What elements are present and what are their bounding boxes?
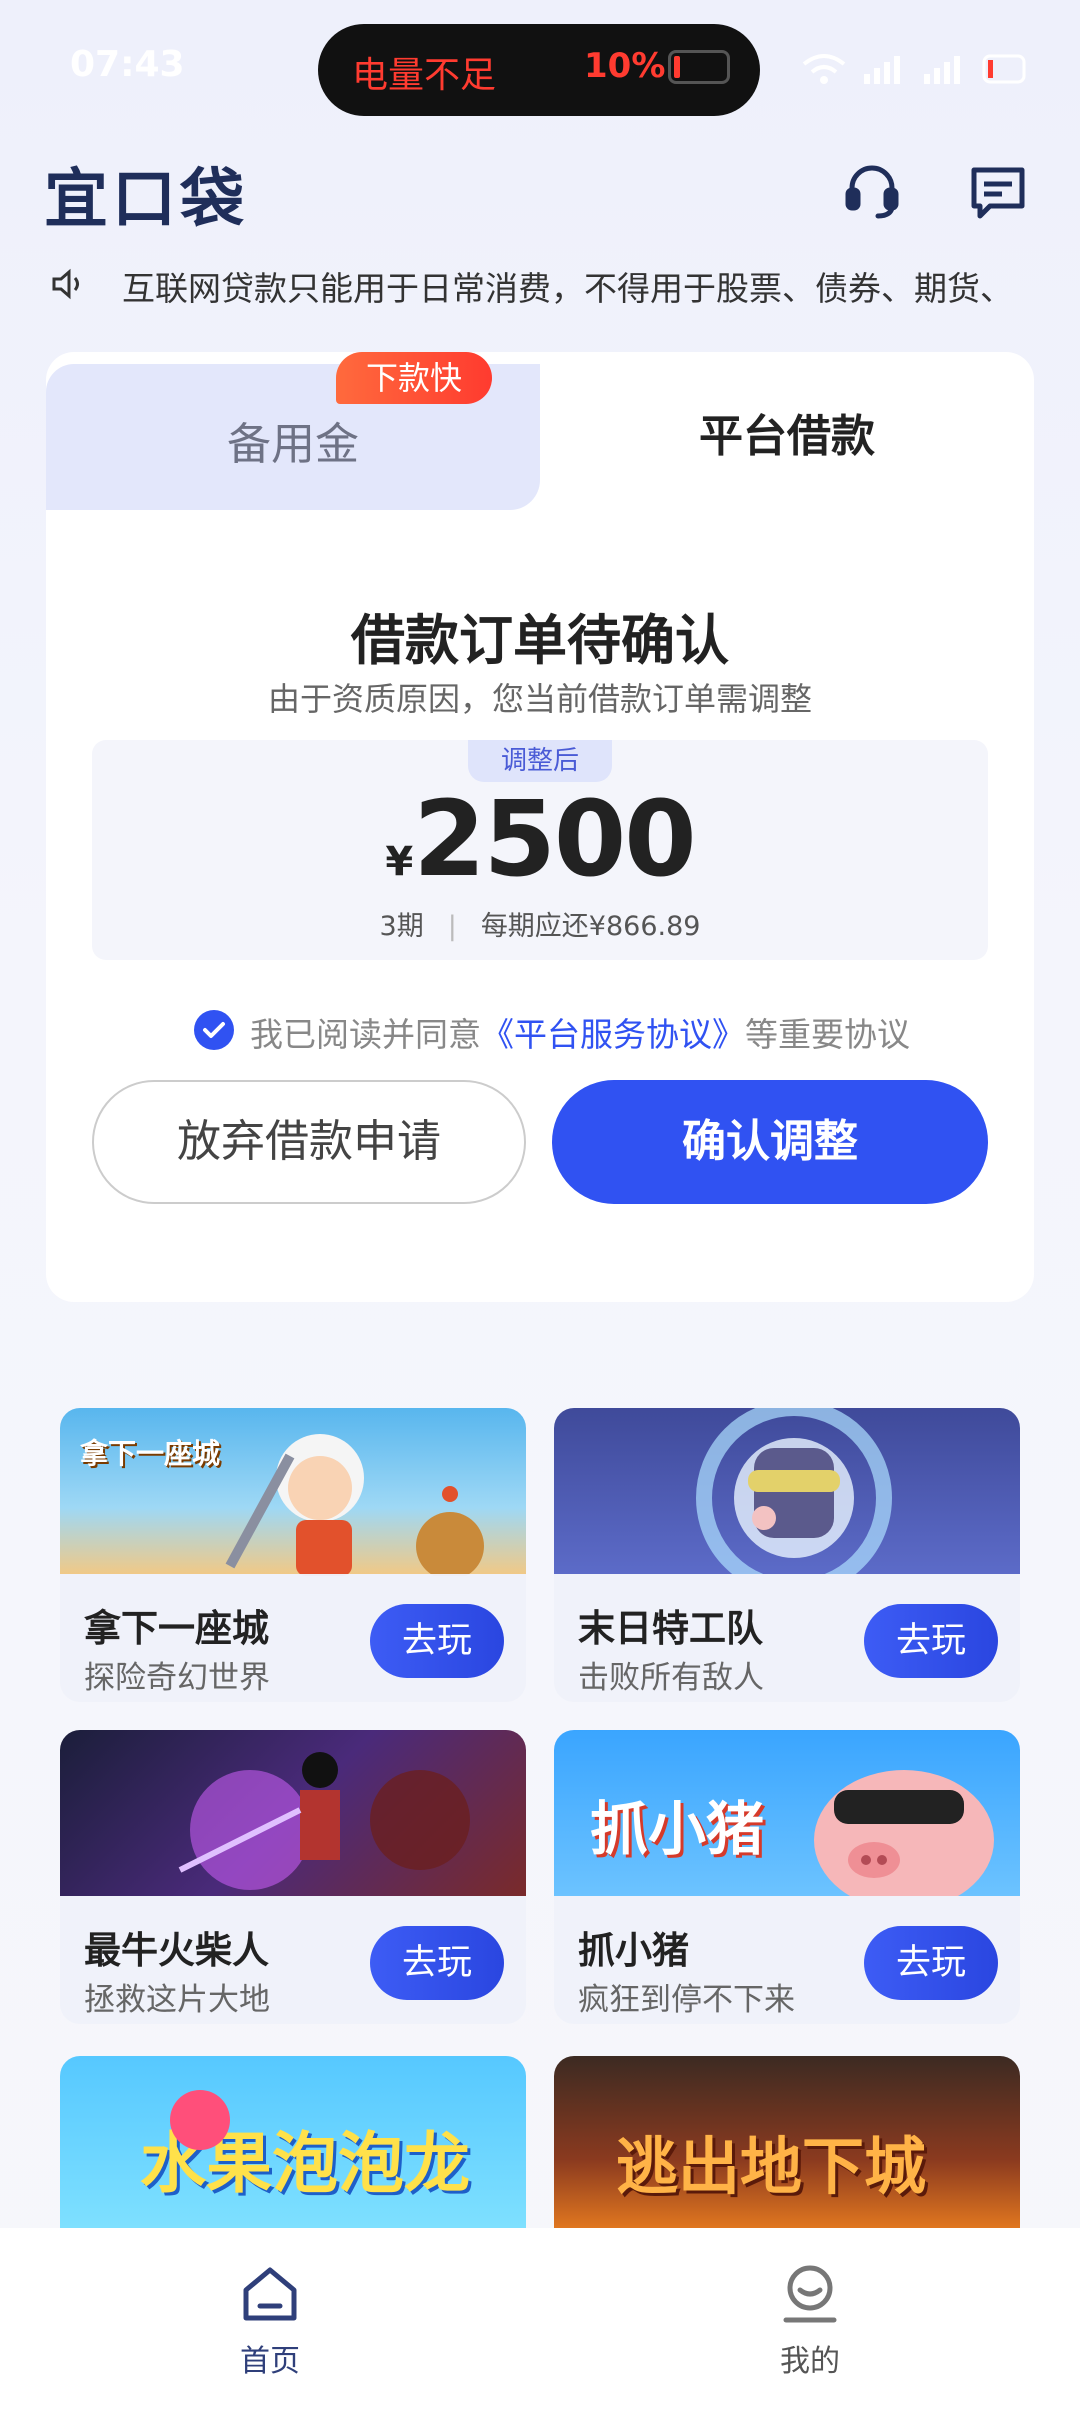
game-art-title: 抓小猪 xyxy=(590,1795,765,1863)
game-art: 水果泡泡龙 xyxy=(60,2056,526,2228)
service-agreement-link[interactable]: 《平台服务协议》 xyxy=(481,1015,745,1054)
per-period-amount: 每期应还¥866.89 xyxy=(480,911,701,942)
game-card[interactable]: 水果泡泡龙 xyxy=(60,2056,526,2228)
game-card[interactable]: 末日特工队 击败所有敌人 去玩 xyxy=(554,1408,1020,1702)
signal-icon xyxy=(864,56,960,84)
game-card[interactable]: 最牛火柴人 拯救这片大地 去玩 xyxy=(60,1730,526,2024)
period-count: 3期 xyxy=(379,911,424,942)
game-subtitle: 疯狂到停不下来 xyxy=(578,1982,795,2018)
loan-amount: ¥2500 xyxy=(92,778,988,900)
agreement-suffix: 等重要协议 xyxy=(745,1015,910,1054)
battery-warning-text: 电量不足 xyxy=(352,55,497,96)
game-art: 抓小猪 xyxy=(554,1730,1020,1896)
amount-value: 2500 xyxy=(413,778,696,900)
game-card[interactable]: 拿下一座城 拿下一座城 探险奇幻世界 去玩 xyxy=(60,1408,526,1702)
game-art: 拿下一座城 xyxy=(60,1408,526,1576)
game-title: 最牛火柴人 xyxy=(84,1929,269,1972)
game-art-title: 拿下一座城 xyxy=(80,1437,221,1470)
status-right-icons xyxy=(800,48,1030,96)
currency-symbol: ¥ xyxy=(385,839,414,885)
stickman-illustration xyxy=(178,1752,470,1890)
agreement-prefix: 我已阅读并同意 xyxy=(250,1015,481,1054)
abandon-loan-button[interactable]: 放弃借款申请 xyxy=(92,1080,526,1204)
detail-separator: | xyxy=(447,911,457,942)
game-card[interactable]: 逃出地下城 xyxy=(554,2056,1020,2228)
game-title: 抓小猪 xyxy=(578,1929,689,1972)
status-bar: 07:43 电量不足 10% xyxy=(0,0,1080,140)
game-art xyxy=(60,1730,526,1896)
order-title: 借款订单待确认 xyxy=(351,609,729,672)
fruit-icon xyxy=(170,2090,230,2150)
nav-profile-label[interactable]: 我的 xyxy=(710,2336,910,2380)
headset-icon[interactable] xyxy=(842,160,902,220)
game-art: 逃出地下城 xyxy=(554,2056,1020,2228)
battery-percent: 10% xyxy=(584,46,666,86)
message-icon[interactable] xyxy=(968,162,1028,222)
game-art-title: 逃出地下城 xyxy=(616,2130,927,2203)
profile-icon[interactable] xyxy=(778,2262,842,2326)
app-logo: 宜口袋 xyxy=(44,163,248,237)
battery-icon xyxy=(668,50,730,84)
pig-illustration xyxy=(814,1770,994,1896)
home-icon[interactable] xyxy=(238,2262,302,2326)
wifi-icon xyxy=(802,54,846,74)
adjusted-label: 调整后 xyxy=(468,740,612,782)
confirm-adjust-button[interactable]: 确认调整 xyxy=(552,1080,988,1204)
bottom-nav: 首页 我的 xyxy=(0,2228,1080,2412)
game-subtitle: 击败所有敌人 xyxy=(578,1660,764,1696)
play-button[interactable]: 去玩 xyxy=(864,1604,998,1678)
nav-home-label[interactable]: 首页 xyxy=(170,2336,370,2380)
check-icon xyxy=(203,1022,225,1038)
agreement-checkbox[interactable] xyxy=(194,1010,234,1050)
game-title: 末日特工队 xyxy=(578,1607,763,1650)
speaker-icon xyxy=(50,266,86,302)
repayment-detail: 3期 | 每期应还¥866.89 xyxy=(92,904,988,943)
play-button[interactable]: 去玩 xyxy=(864,1926,998,2000)
order-subtitle: 由于资质原因，您当前借款订单需调整 xyxy=(267,680,812,718)
game-subtitle: 拯救这片大地 xyxy=(84,1982,270,2018)
game-art xyxy=(554,1408,1020,1574)
play-button[interactable]: 去玩 xyxy=(370,1926,504,2000)
play-button[interactable]: 去玩 xyxy=(370,1604,504,1678)
game-card[interactable]: 抓小猪 抓小猪 疯狂到停不下来 去玩 xyxy=(554,1730,1020,2024)
tab-platform-loan[interactable]: 平台借款 xyxy=(540,400,1034,464)
fast-loan-badge: 下款快 xyxy=(336,352,492,404)
tab-backup-fund-label: 备用金 xyxy=(227,419,359,470)
agent-illustration xyxy=(696,1408,892,1574)
agreement-text: 我已阅读并同意《平台服务协议》等重要协议 xyxy=(250,1008,910,1056)
status-time: 07:43 xyxy=(70,44,185,85)
knight-illustration xyxy=(225,1434,484,1576)
game-subtitle: 探险奇幻世界 xyxy=(84,1660,270,1696)
game-title: 拿下一座城 xyxy=(84,1607,269,1650)
notice-marquee: 互联网贷款只能用于日常消费，不得用于股票、债券、期货、 xyxy=(122,269,1013,308)
